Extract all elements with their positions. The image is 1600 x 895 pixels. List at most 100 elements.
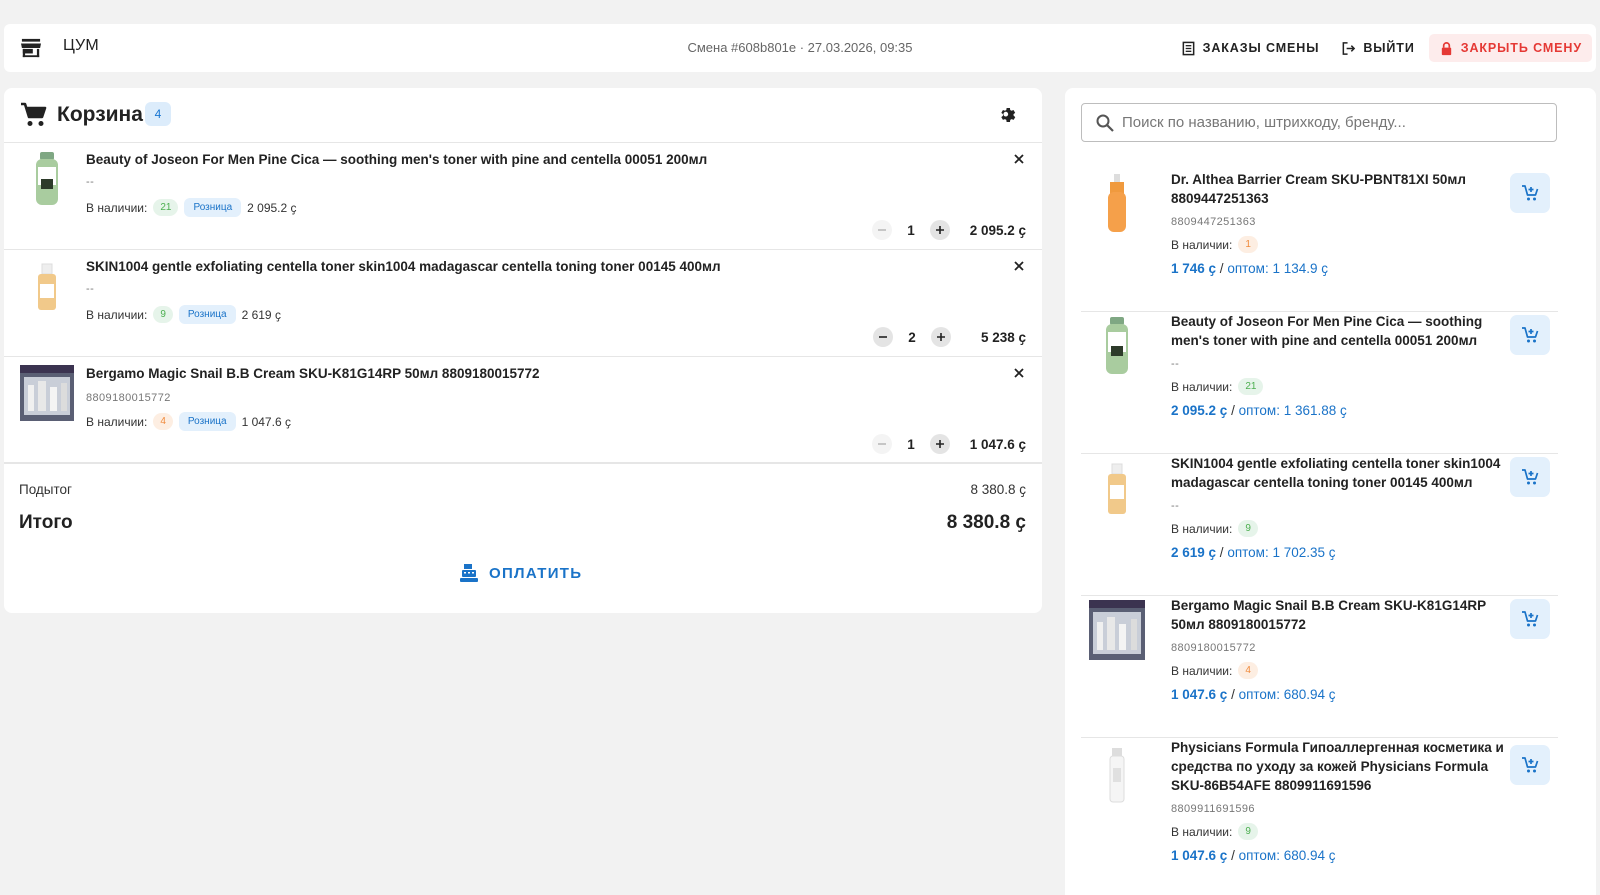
price-separator: / — [1227, 403, 1239, 418]
quantity-value: 1 — [907, 222, 915, 238]
store-name: ЦУМ — [63, 37, 99, 54]
product-list-item[interactable]: Bergamo Magic Snail B.B Cream SKU-K81G14… — [1081, 596, 1558, 738]
product-list-item[interactable]: Beauty of Joseon For Men Pine Cica — soo… — [1081, 312, 1558, 454]
increase-qty-button[interactable] — [930, 220, 950, 240]
wholesale-price: оптом: 680.94 ҫ — [1238, 848, 1336, 863]
minus-icon — [878, 229, 886, 231]
stock-label: В наличии: — [86, 414, 148, 429]
product-thumbnail — [1106, 317, 1128, 374]
pay-label: ОПЛАТИТЬ — [489, 564, 583, 582]
plus-icon — [936, 440, 944, 448]
product-thumbnail — [20, 365, 74, 421]
total-label: Итого — [19, 512, 73, 533]
price-type-badge: Розница — [184, 198, 242, 217]
quantity-value: 1 — [907, 436, 915, 452]
price-separator: / — [1227, 687, 1239, 702]
lock-icon — [1441, 41, 1451, 55]
stock-label: В наличии: — [1171, 521, 1233, 536]
stock-badge: 9 — [1238, 520, 1258, 537]
add-to-cart-icon — [1522, 185, 1539, 201]
logout-icon — [1342, 41, 1356, 55]
wholesale-price: оптом: 680.94 ҫ — [1238, 687, 1336, 702]
product-name: Physicians Formula Гипоаллергенная косме… — [1171, 740, 1504, 793]
retail-price: 1 047.6 ҫ — [1171, 687, 1228, 702]
increase-qty-button[interactable] — [931, 327, 951, 347]
product-list-panel: Dr. Althea Barrier Cream SKU-PBNT81XI 50… — [1065, 88, 1596, 895]
product-stock: В наличии: 9 — [1171, 823, 1258, 840]
quantity-stepper: 1 — [872, 434, 950, 454]
stock-label: В наличии: — [1171, 379, 1233, 394]
product-stock: В наличии: 9 — [1171, 520, 1258, 537]
cart-item-name: Bergamo Magic Snail B.B Cream SKU-K81G14… — [86, 366, 540, 381]
stock-badge: 9 — [153, 306, 173, 323]
plus-icon — [936, 226, 944, 234]
product-name: SKIN1004 gentle exfoliating centella ton… — [1171, 456, 1501, 490]
product-price: 1 746 ҫ / оптом: 1 134.9 ҫ — [1171, 261, 1328, 276]
product-list-item[interactable]: Physicians Formula Гипоаллергенная косме… — [1081, 738, 1558, 895]
remove-item-icon[interactable] — [1012, 259, 1026, 273]
cart-item-name: SKIN1004 gentle exfoliating centella ton… — [86, 259, 721, 274]
unit-price: 2 619 ҫ — [241, 307, 281, 322]
product-price: 2 619 ҫ / оптом: 1 702.35 ҫ — [1171, 545, 1336, 560]
stock-badge: 21 — [153, 199, 179, 216]
product-price: 1 047.6 ҫ / оптом: 680.94 ҫ — [1171, 848, 1336, 863]
unit-price: 1 047.6 ҫ — [241, 414, 291, 429]
add-to-cart-button[interactable] — [1510, 315, 1550, 355]
search-input[interactable] — [1122, 104, 1552, 141]
cash-register-icon — [460, 564, 478, 582]
stock-badge: 1 — [1238, 236, 1258, 253]
logout-button[interactable]: ВЫЙТИ — [1333, 34, 1422, 62]
product-barcode: -- — [1171, 500, 1180, 512]
product-thumbnail — [1108, 174, 1126, 232]
stock-label: В наличии: — [1171, 824, 1233, 839]
product-stock: В наличии: 4 — [1171, 662, 1258, 679]
remove-item-icon[interactable] — [1012, 152, 1026, 166]
add-to-cart-button[interactable] — [1510, 173, 1550, 213]
add-to-cart-button[interactable] — [1510, 745, 1550, 785]
product-thumbnail — [36, 152, 58, 205]
add-to-cart-icon — [1522, 611, 1539, 627]
quantity-stepper: 1 — [872, 220, 950, 240]
unit-price: 2 095.2 ҫ — [247, 200, 297, 215]
gear-icon[interactable] — [997, 105, 1016, 124]
subtotal-row: Подытог 8 380.8 ҫ — [19, 482, 1026, 497]
product-thumbnail — [38, 263, 56, 310]
product-list-item[interactable]: Dr. Althea Barrier Cream SKU-PBNT81XI 50… — [1081, 170, 1558, 312]
cart-item-stock: В наличии: 21 Розница 2 095.2 ҫ — [86, 198, 297, 217]
product-stock: В наличии: 1 — [1171, 236, 1258, 253]
shift-orders-label: ЗАКАЗЫ СМЕНЫ — [1202, 41, 1320, 55]
product-list-item[interactable]: SKIN1004 gentle exfoliating centella ton… — [1081, 454, 1558, 596]
stock-badge: 21 — [1238, 378, 1264, 395]
decrease-qty-button[interactable] — [873, 327, 893, 347]
decrease-qty-button[interactable] — [872, 434, 892, 454]
search-icon — [1096, 114, 1114, 132]
logout-label: ВЫЙТИ — [1363, 41, 1415, 55]
cart-title: Корзина — [57, 103, 143, 126]
quantity-value: 2 — [908, 329, 916, 345]
stock-badge: 4 — [1238, 662, 1258, 679]
product-barcode: -- — [1171, 358, 1180, 370]
retail-price: 2 619 ҫ — [1171, 545, 1217, 560]
shift-orders-button[interactable]: ЗАКАЗЫ СМЕНЫ — [1173, 34, 1328, 62]
add-to-cart-button[interactable] — [1510, 457, 1550, 497]
product-price: 1 047.6 ҫ / оптом: 680.94 ҫ — [1171, 687, 1336, 702]
remove-item-icon[interactable] — [1012, 366, 1026, 380]
pay-button[interactable]: ОПЛАТИТЬ — [459, 563, 582, 583]
add-to-cart-icon — [1522, 757, 1539, 773]
increase-qty-button[interactable] — [930, 434, 950, 454]
cart-item-row: SKIN1004 gentle exfoliating centella ton… — [4, 250, 1042, 357]
stock-label: В наличии: — [1171, 663, 1233, 678]
cart-item-row: Beauty of Joseon For Men Pine Cica — soo… — [4, 143, 1042, 250]
product-name: Beauty of Joseon For Men Pine Cica — soo… — [1171, 314, 1483, 348]
plus-icon — [937, 333, 945, 341]
close-shift-button[interactable]: ЗАКРЫТЬ СМЕНУ — [1428, 34, 1592, 62]
add-to-cart-button[interactable] — [1510, 599, 1550, 639]
cart-panel: Корзина 4 Beauty of Joseon For Men Pine … — [4, 88, 1042, 613]
cart-count-badge: 4 — [145, 102, 171, 126]
total-value: 8 380.8 ҫ — [946, 512, 1026, 533]
decrease-qty-button[interactable] — [872, 220, 892, 240]
price-separator: / — [1216, 545, 1228, 560]
line-total: 1 047.6 ҫ — [969, 437, 1026, 452]
subtotal-value: 8 380.8 ҫ — [970, 482, 1026, 497]
add-to-cart-icon — [1522, 469, 1539, 485]
